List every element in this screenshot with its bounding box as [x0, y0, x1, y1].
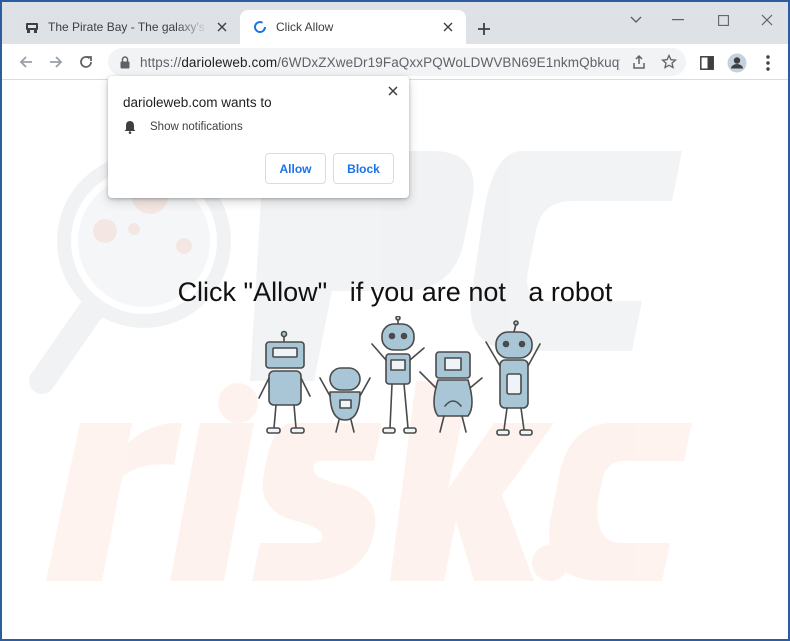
- tab-search-chevron-down-icon[interactable]: [616, 8, 656, 32]
- tab-pirate-bay[interactable]: The Pirate Bay - The galaxy's most resil…: [12, 10, 240, 44]
- profile-avatar-icon[interactable]: [726, 52, 748, 74]
- close-tab-icon[interactable]: [214, 19, 230, 35]
- allow-button[interactable]: Allow: [265, 153, 326, 184]
- tab-title: The Pirate Bay - The galaxy's most resil…: [48, 20, 208, 34]
- minimize-button[interactable]: [658, 8, 698, 32]
- reload-button[interactable]: [73, 49, 99, 75]
- close-tab-icon[interactable]: [440, 19, 456, 35]
- close-window-button[interactable]: [747, 8, 787, 32]
- share-icon[interactable]: [630, 53, 648, 71]
- block-button[interactable]: Block: [333, 153, 394, 184]
- page-headline: Click "Allow" if you are not a robot: [177, 277, 613, 307]
- permission-row: Show notifications: [123, 120, 243, 134]
- bell-icon: [123, 120, 137, 134]
- url-host: darioleweb.com: [181, 54, 278, 70]
- menu-kebab-icon[interactable]: [757, 52, 779, 74]
- bookmark-star-icon[interactable]: [660, 53, 678, 71]
- maximize-button[interactable]: [703, 8, 743, 32]
- pirate-ship-icon: [24, 19, 40, 35]
- tab-title: Click Allow: [276, 20, 334, 34]
- tab-strip: The Pirate Bay - The galaxy's most resil…: [2, 2, 788, 44]
- notification-permission-popup: darioleweb.com wants to Show notificatio…: [108, 76, 409, 198]
- lock-icon[interactable]: [118, 55, 132, 69]
- permission-label: Show notifications: [150, 121, 243, 133]
- url-text: https://darioleweb.com/6WDxZXweDr19FaQxx…: [140, 55, 620, 70]
- forward-button[interactable]: [43, 49, 69, 75]
- url-scheme: https://: [140, 54, 182, 70]
- tab-click-allow[interactable]: Click Allow: [240, 10, 466, 44]
- browser-window: The Pirate Bay - The galaxy's most resil…: [0, 0, 790, 641]
- toolbar: https://darioleweb.com/6WDxZXweDr19FaQxx…: [2, 44, 788, 80]
- side-panel-icon[interactable]: [696, 52, 718, 74]
- robots-illustration: [258, 316, 541, 436]
- address-bar[interactable]: https://darioleweb.com/6WDxZXweDr19FaQxx…: [108, 48, 686, 76]
- new-tab-button[interactable]: [474, 19, 494, 39]
- popup-title: darioleweb.com wants to: [123, 95, 272, 110]
- back-button[interactable]: [13, 49, 39, 75]
- loading-spinner-icon: [252, 19, 268, 35]
- url-path: /6WDxZXweDr19FaQxxPQWoLDWVBN69E1nkmQbkuq…: [277, 54, 620, 70]
- close-popup-icon[interactable]: [385, 83, 401, 99]
